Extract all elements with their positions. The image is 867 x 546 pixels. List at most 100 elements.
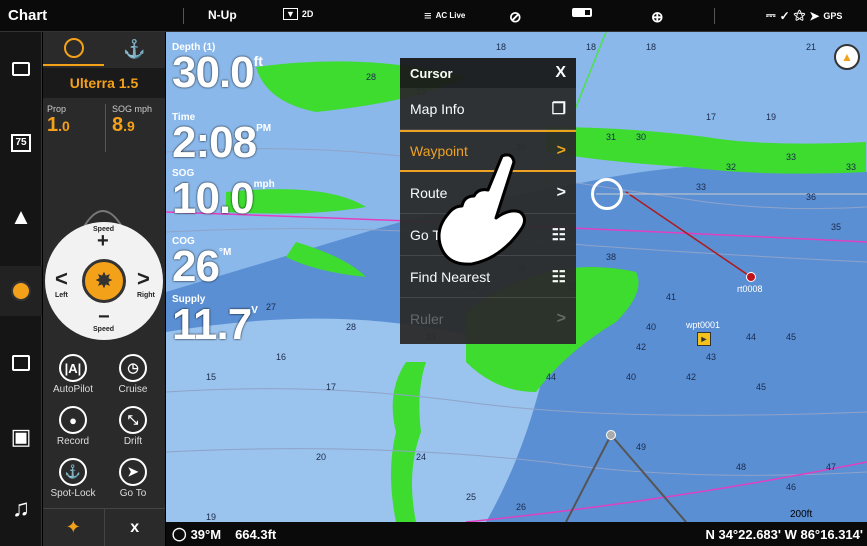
record-button[interactable]: ● Record xyxy=(43,402,103,457)
cursor-crosshair[interactable] xyxy=(591,178,623,210)
depth-sounding-label: 19 xyxy=(766,112,777,122)
chevron-right-icon: > xyxy=(556,142,566,159)
cog-readout[interactable]: COG 26°M xyxy=(172,236,231,289)
steer-left-button[interactable]: < xyxy=(55,266,68,292)
spot-lock-button[interactable]: ⚓ Spot-Lock xyxy=(43,454,103,509)
gps-label: GPS xyxy=(823,10,843,21)
speed-down-label: Speed xyxy=(93,326,115,333)
orientation-label: N-Up xyxy=(208,8,237,22)
depth-readout[interactable]: Depth (1) 30.0ft xyxy=(172,42,263,95)
battery-button[interactable] xyxy=(572,8,592,17)
go-to-label: Go To xyxy=(119,488,147,499)
drift-icon: ⤡ xyxy=(119,406,147,434)
page-title: Chart xyxy=(8,7,48,24)
right-label: Right xyxy=(137,292,155,299)
depth-sounding-label: 19 xyxy=(206,512,217,522)
go-to-button[interactable]: ➤ Go To xyxy=(103,454,163,509)
cursor-coordinates: N 34°22.683' W 86°16.314' xyxy=(705,526,863,542)
depth-sounding-label: 26 xyxy=(516,502,527,512)
waypoint-flag-icon[interactable]: ► xyxy=(697,332,711,346)
satellite-off-icon: ⊘ xyxy=(509,9,522,26)
depth-sounding-label: 33 xyxy=(786,152,797,162)
app-icon-strip: 75 ▲ ▣ ♫ xyxy=(0,32,42,546)
drift-button[interactable]: ⤡ Drift xyxy=(103,402,163,457)
time-readout[interactable]: Time 2:08PM xyxy=(172,112,271,165)
cursor-menu-header: Cursor X xyxy=(400,58,576,88)
depth-sounding-label: 17 xyxy=(326,382,337,392)
north-compass-icon[interactable]: ▲ xyxy=(834,44,860,70)
cruise-button[interactable]: ◷ Cruise xyxy=(103,350,163,405)
home-icon[interactable] xyxy=(0,44,42,94)
speed-up-button[interactable]: + xyxy=(97,230,109,253)
ac-live-button[interactable]: ≡ AC Live xyxy=(424,8,465,23)
toolbox-icon[interactable] xyxy=(0,338,42,388)
cursor-crosshair-button[interactable]: ⊕ xyxy=(651,8,664,26)
ac-live-label: AC Live xyxy=(435,11,466,20)
status-icons[interactable]: ⎓ ✓ ⚝ ➤ GPS xyxy=(766,8,842,23)
no-gps-button[interactable]: ⊘ xyxy=(509,8,522,26)
prop-toggle-button[interactable]: ✸ xyxy=(82,259,126,303)
temp-probe-icon: ✓ xyxy=(779,8,790,23)
view-mode-label: 2D xyxy=(301,9,314,19)
trolling-motor-panel: ⚓ Ulterra 1.5 Prop 1.0 SOG mph 8.9 Speed… xyxy=(43,32,165,546)
depth-sounding-label: 18 xyxy=(586,42,597,52)
boat-up-icon[interactable]: ▲ xyxy=(0,192,42,242)
close-icon: x xyxy=(130,518,140,536)
trolling-motor-icon[interactable] xyxy=(0,266,42,316)
tab-boat[interactable]: ⚓ xyxy=(104,32,165,66)
chevron-right-icon: > xyxy=(556,183,566,201)
supply-readout[interactable]: Supply 11.7V xyxy=(172,294,258,347)
pin-icon: ✦ xyxy=(65,517,81,537)
cursor-bearing: 39°M xyxy=(190,526,222,542)
menu-item-label: Ruler xyxy=(410,311,444,327)
outboard-motor-icon[interactable]: ▣ xyxy=(0,412,42,462)
crosshair-icon: ⊕ xyxy=(651,9,664,26)
close-menu-button[interactable]: X xyxy=(555,64,566,82)
menu-item-label: Map Info xyxy=(410,100,465,117)
scale-bar: 200ft xyxy=(790,504,860,522)
depth-sounding-label: 25 xyxy=(466,492,477,502)
compass-icon: ➤ xyxy=(809,8,820,23)
orientation-button[interactable]: N-Up xyxy=(208,8,237,22)
scale-label: 200ft xyxy=(790,509,813,520)
menu-item-label: Find Nearest xyxy=(410,268,491,285)
depth-sounding-label: 27 xyxy=(266,302,277,312)
boat-icon: ⚓ xyxy=(123,38,146,59)
depth-sounding-label: 33 xyxy=(696,182,707,192)
sonar-icon: ⎓ xyxy=(766,8,776,22)
steering-wheel[interactable]: Speed + < Left > Right − Speed ✸ xyxy=(45,222,163,340)
steer-right-button[interactable]: > xyxy=(137,266,150,292)
menu-item-map-info[interactable]: Map Info ❐ xyxy=(400,88,576,130)
pin-button[interactable]: ✦ xyxy=(43,508,104,546)
drift-label: Drift xyxy=(123,436,143,447)
motor-gauges: Prop 1.0 SOG mph 8.9 xyxy=(43,104,165,152)
motor-prop-icon xyxy=(63,38,84,58)
map-pin-icon: ▼ xyxy=(283,8,298,20)
sog-readout[interactable]: SOG 10.0mph xyxy=(172,168,275,221)
sog-decimal: .9 xyxy=(123,118,135,134)
depth-sounding-label: 44 xyxy=(746,332,757,342)
tab-motor[interactable] xyxy=(43,32,104,66)
close-panel-button[interactable]: x xyxy=(103,508,165,546)
sog-unit: mph xyxy=(134,104,153,114)
cog-value: 26 xyxy=(172,242,220,291)
panel-bottom-buttons: ✦ x xyxy=(43,508,165,546)
depth-sounding-label: 16 xyxy=(276,352,287,362)
music-icon[interactable]: ♫ xyxy=(0,484,42,534)
depth-sounding-label: 21 xyxy=(806,42,817,52)
view-mode-button[interactable]: ▼ 2D xyxy=(283,8,313,20)
go-to-icon: ➤ xyxy=(119,458,147,486)
motor-model: Ulterra 1.5 xyxy=(43,68,165,98)
route-waypoint-marker[interactable] xyxy=(746,272,756,282)
waypoint-label: wpt0001 xyxy=(686,320,721,330)
spot-lock-label: Spot-Lock xyxy=(50,488,96,499)
anchor-icon: ⚓ xyxy=(59,458,87,486)
position-marker[interactable] xyxy=(606,430,616,440)
autopilot-button[interactable]: |A| AutoPilot xyxy=(43,350,103,405)
supply-value: 11.7 xyxy=(172,300,252,349)
cruise-icon: ◷ xyxy=(119,354,147,382)
temperature-icon[interactable]: 75 xyxy=(0,118,42,168)
sog-value: 8 xyxy=(112,114,124,136)
list-icon: ☷ xyxy=(551,226,566,244)
hand-pointer-icon xyxy=(437,153,527,266)
